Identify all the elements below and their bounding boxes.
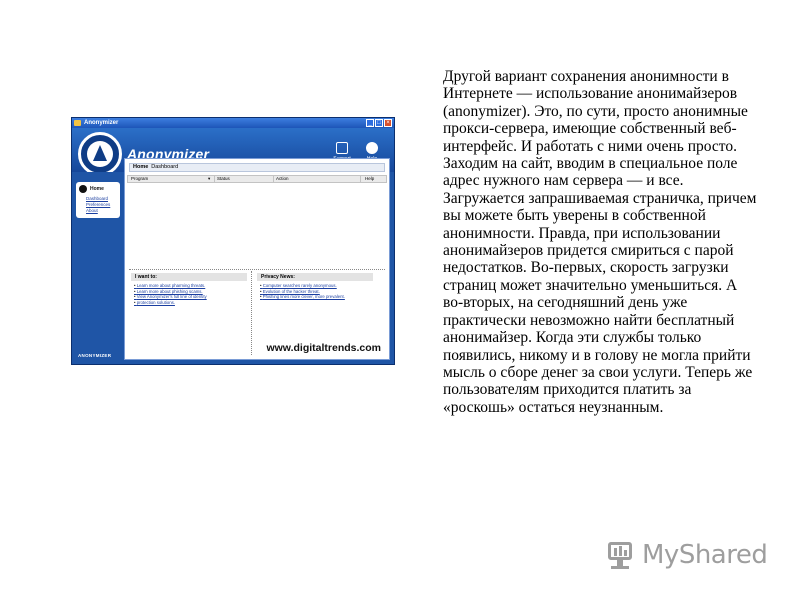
panel-title: Privacy News:: [257, 273, 373, 281]
anonymizer-screenshot: Anonymizer _ □ × Anonymizer Support Help…: [71, 117, 395, 365]
home-icon: [79, 185, 87, 193]
panel-i-want-to: I want to: Learn more about pharming thr…: [131, 273, 247, 305]
myshared-logo: MyShared: [606, 539, 768, 571]
col-help: Help: [365, 176, 375, 181]
link-item: protection solutions.: [134, 300, 247, 306]
nav-item-about: About: [86, 208, 98, 213]
nav-box: Home Dashboard Preferences About: [76, 182, 120, 218]
help-icon: [366, 142, 378, 154]
minimize-icon: _: [366, 119, 374, 127]
col-status: Status: [217, 176, 230, 181]
sidebar: Home Dashboard Preferences About ANONYMI…: [72, 172, 122, 364]
window-title: Anonymizer: [84, 120, 119, 126]
window-controls: _ □ ×: [366, 119, 392, 127]
link-item: Phishing lines more clever, more prevale…: [260, 294, 373, 300]
monitor-icon: [606, 540, 638, 570]
support-icon: [336, 142, 348, 154]
slide-text: Другой вариант сохранения анонимности в …: [443, 68, 757, 416]
nav-item-dashboard: Dashboard: [86, 196, 109, 201]
window-titlebar: Anonymizer _ □ ×: [72, 118, 394, 128]
nav-item-preferences: Preferences: [86, 202, 111, 207]
divider: [129, 269, 385, 270]
breadcrumb-home: Home: [133, 164, 149, 170]
dashboard-content: Home Dashboard Program ▾ Status Action He…: [124, 158, 390, 360]
watermark: www.digitaltrends.com: [266, 342, 381, 354]
divider-vertical: [251, 271, 252, 355]
nav-home: Home: [90, 186, 104, 192]
col-action: Action: [276, 176, 289, 181]
close-icon: ×: [384, 119, 392, 127]
table-header: Program ▾ Status Action Help: [127, 175, 387, 183]
app-icon: [74, 120, 81, 126]
dropdown-arrow-icon: ▾: [208, 176, 211, 181]
breadcrumb: Home Dashboard: [129, 163, 385, 172]
brand-footer: ANONYMIZER: [78, 353, 112, 358]
logo-text: MyShared: [642, 540, 768, 570]
panel-title: I want to:: [131, 273, 247, 281]
maximize-icon: □: [375, 119, 383, 127]
anonymizer-logo-icon: [78, 132, 122, 176]
col-program: Program: [131, 176, 149, 181]
breadcrumb-current: Dashboard: [151, 164, 179, 170]
panel-privacy-news: Privacy News: Computer searches rarely a…: [257, 273, 373, 300]
